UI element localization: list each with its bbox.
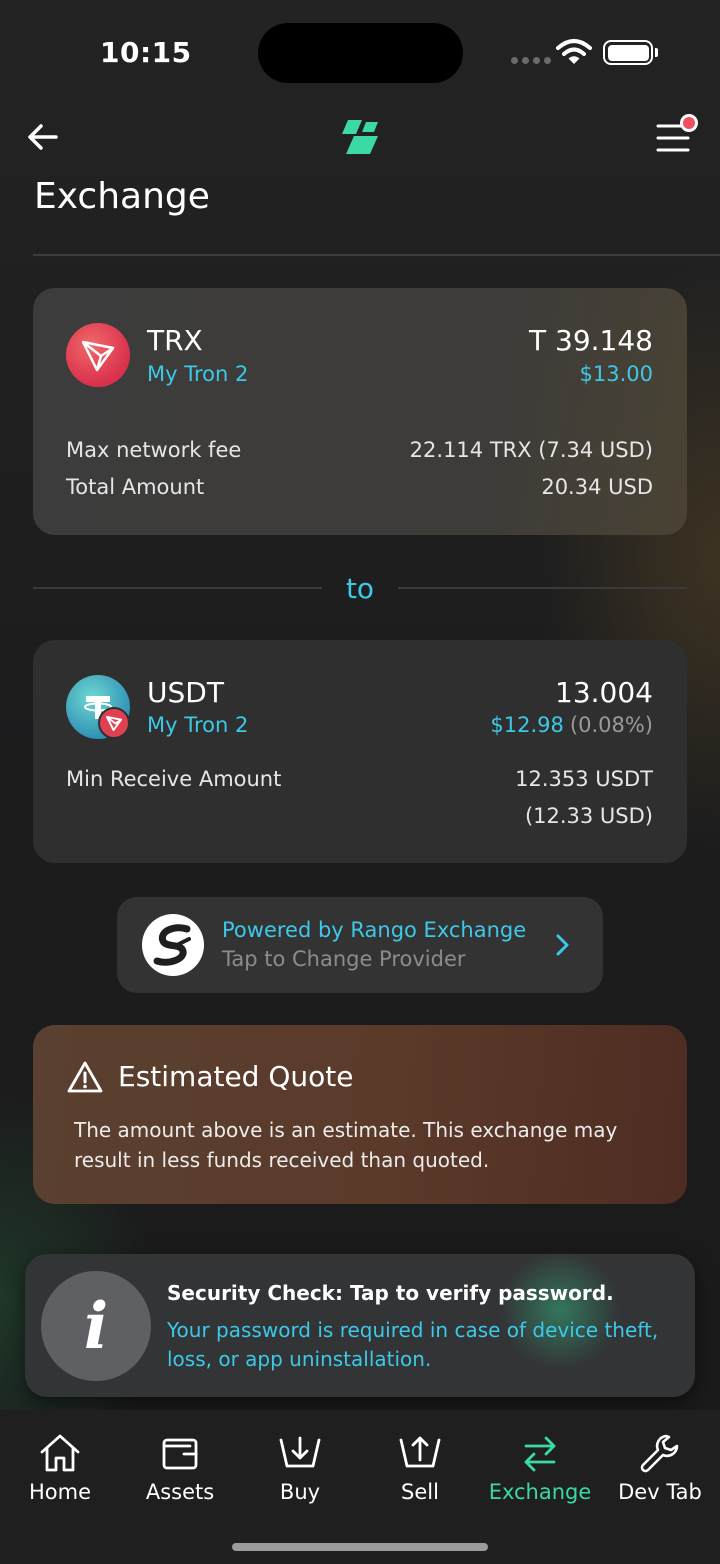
status-time: 10:15	[100, 36, 192, 69]
wrench-icon	[640, 1434, 679, 1473]
rango-logo-icon	[142, 914, 204, 976]
battery-icon	[603, 40, 653, 65]
toast-body: Your password is required in case of dev…	[167, 1318, 659, 1371]
to-divider-right	[398, 587, 687, 589]
from-wallet-name: My Tron 2	[147, 362, 249, 386]
nav-assets[interactable]: Assets	[120, 1432, 240, 1504]
fee-label: Max network fee	[66, 438, 242, 462]
home-indicator	[232, 1543, 488, 1551]
to-label: to	[345, 572, 375, 605]
min-receive-label: Min Receive Amount	[66, 767, 282, 791]
notification-badge	[680, 114, 698, 132]
to-asset-card	[33, 640, 687, 863]
warning-triangle-icon	[67, 1061, 103, 1093]
nav-sell-label: Sell	[401, 1480, 439, 1504]
total-label: Total Amount	[66, 475, 205, 499]
battery-cap	[655, 48, 658, 57]
warning-body: The amount above is an estimate. This ex…	[74, 1118, 618, 1172]
page-title: Exchange	[34, 176, 210, 217]
wallet-icon	[162, 1438, 198, 1470]
nav-home-label: Home	[28, 1480, 91, 1504]
info-icon: i	[41, 1271, 151, 1381]
nav-dev-tab[interactable]: Dev Tab	[600, 1432, 720, 1504]
to-amount: 13.004	[555, 676, 653, 709]
provider-subtitle: Tap to Change Provider	[222, 947, 466, 971]
provider-title: Powered by Rango Exchange	[222, 918, 527, 942]
fee-value: 22.114 TRX (7.34 USD)	[409, 438, 653, 462]
buy-icon	[279, 1436, 321, 1468]
sell-icon	[399, 1436, 441, 1468]
from-symbol: TRX	[147, 324, 203, 357]
cellular-signal-icon	[511, 57, 551, 64]
nav-buy[interactable]: Buy	[240, 1432, 360, 1504]
nav-sell[interactable]: Sell	[360, 1432, 480, 1504]
min-receive-value: 12.353 USDT	[515, 767, 653, 791]
from-amount: T 39.148	[529, 324, 653, 357]
nav-exchange-label: Exchange	[488, 1480, 592, 1504]
total-value: 20.34 USD	[541, 475, 653, 499]
chevron-right-icon	[556, 934, 569, 956]
from-usd-value: $13.00	[579, 362, 653, 386]
tron-network-badge-icon	[98, 707, 130, 739]
header-divider	[33, 254, 720, 256]
wifi-icon	[556, 39, 592, 64]
nav-buy-label: Buy	[279, 1480, 321, 1504]
toast-title: Security Check: Tap to verify password.	[167, 1281, 614, 1305]
to-symbol: USDT	[147, 676, 224, 709]
to-usd-value: $12.98	[490, 713, 564, 737]
back-arrow-icon[interactable]	[26, 120, 60, 154]
nav-home[interactable]: Home	[0, 1432, 120, 1504]
exchange-icon	[524, 1436, 556, 1472]
nav-dev-tab-label: Dev Tab	[618, 1480, 702, 1504]
home-icon	[40, 1434, 80, 1472]
dynamic-island	[258, 23, 463, 83]
to-divider-left	[33, 587, 322, 589]
app-logo-icon	[342, 120, 378, 154]
to-usd-diff: (0.08%)	[569, 713, 653, 737]
trx-coin-icon	[66, 323, 130, 387]
nav-exchange[interactable]: Exchange	[480, 1432, 600, 1504]
nav-assets-label: Assets	[145, 1480, 215, 1504]
warning-title: Estimated Quote	[118, 1060, 354, 1093]
to-usd-row: $12.98 (0.08%)	[490, 713, 653, 737]
min-receive-usd: (12.33 USD)	[524, 804, 653, 828]
to-wallet-name: My Tron 2	[147, 713, 249, 737]
